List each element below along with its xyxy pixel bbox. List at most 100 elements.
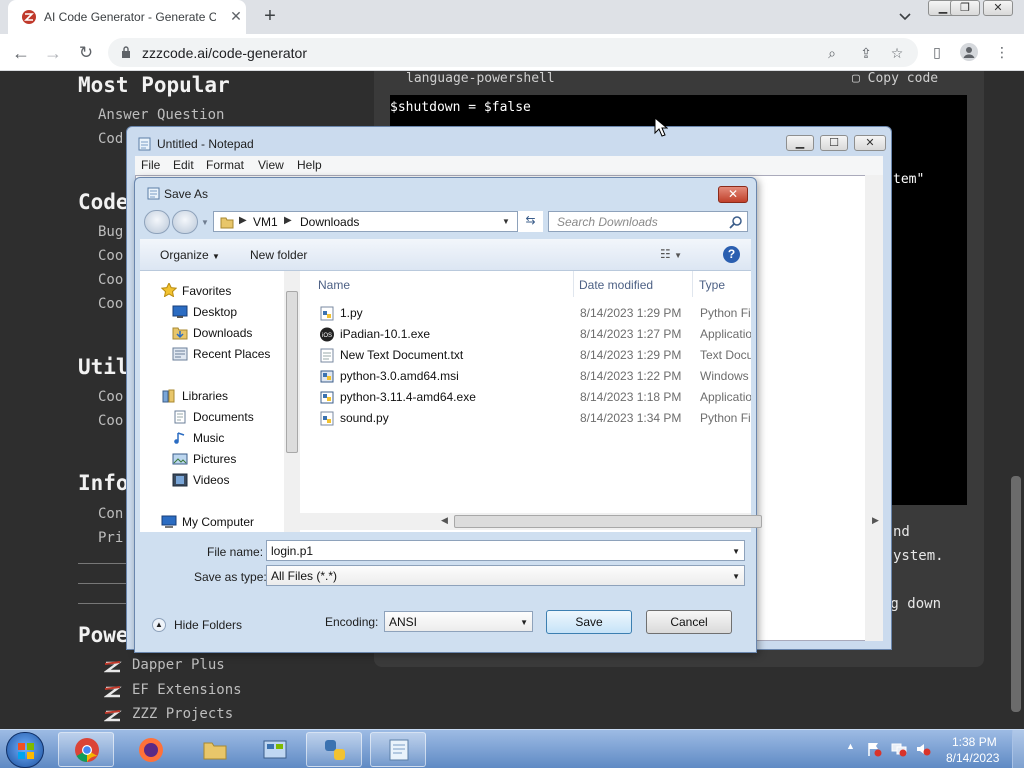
window-close-icon[interactable]: ✕ <box>854 135 886 151</box>
history-chevron-icon[interactable]: ▼ <box>201 218 209 227</box>
address-bar[interactable]: zzzcode.ai/code-generator ⌕ ⇪ ☆ <box>108 38 918 67</box>
file-row[interactable]: python-3.0.amd64.msi 8/14/2023 1:22 PM W… <box>300 366 751 387</box>
breadcrumb[interactable]: ▶ VM1 ▶ Downloads ▼ <box>213 211 543 232</box>
profile-avatar-icon[interactable] <box>960 43 978 61</box>
network-icon[interactable] <box>891 741 907 757</box>
flag-warning-icon[interactable] <box>866 741 882 757</box>
bookmark-star-icon[interactable]: ☆ <box>889 45 905 61</box>
breadcrumb-downloads[interactable]: Downloads <box>300 215 359 229</box>
nav-favorites[interactable]: Favorites <box>182 284 231 298</box>
sidebar-link[interactable]: Answer Question <box>98 107 224 123</box>
sidebar-link[interactable]: Pri <box>98 530 123 546</box>
nav-scrollbar-thumb[interactable] <box>286 291 298 453</box>
save-as-type-select[interactable]: All Files (*.*) ▼ <box>266 565 745 586</box>
column-divider[interactable] <box>692 271 693 297</box>
file-row[interactable]: New Text Document.txt 8/14/2023 1:29 PM … <box>300 345 751 366</box>
search-icon[interactable]: ⌕ <box>824 45 840 61</box>
browser-tab[interactable]: AI Code Generator - Generate Co ✕ <box>8 0 246 34</box>
chevron-down-icon[interactable]: ▼ <box>732 547 740 556</box>
page-scrollbar-thumb[interactable] <box>1011 476 1021 712</box>
clock-date[interactable]: 8/14/2023 <box>946 751 999 765</box>
sidebar-link[interactable]: Coo <box>98 296 123 312</box>
file-row[interactable]: 1.py 8/14/2023 1:29 PM Python Fi <box>300 303 751 324</box>
clock-time[interactable]: 1:38 PM <box>952 735 997 749</box>
notepad-scrollbar[interactable] <box>865 175 883 641</box>
organize-button[interactable]: Organize ▼ <box>160 248 220 262</box>
new-tab-icon[interactable]: + <box>260 6 280 26</box>
share-icon[interactable]: ⇪ <box>858 45 874 61</box>
file-name-field[interactable]: login.p1 ▼ <box>266 540 745 561</box>
taskbar-control-panel[interactable] <box>246 732 302 767</box>
sidebar-link[interactable]: Bug <box>98 224 123 240</box>
sidebar-link[interactable]: Coo <box>98 413 123 429</box>
refresh-icon[interactable]: ⇆ <box>517 211 543 232</box>
taskbar-firefox[interactable] <box>122 732 178 767</box>
forward-icon[interactable] <box>172 210 198 234</box>
help-icon[interactable]: ? <box>723 246 740 263</box>
minimize-icon[interactable]: ▁ <box>786 135 814 151</box>
file-row[interactable]: python-3.11.4-amd64.exe 8/14/2023 1:18 P… <box>300 387 751 408</box>
restore-icon[interactable]: ❐ <box>950 0 980 16</box>
encoding-select[interactable]: ANSI ▼ <box>384 611 533 632</box>
column-header-date-modified[interactable]: Date modified <box>579 278 653 292</box>
nav-documents[interactable]: Documents <box>193 410 254 424</box>
search-input[interactable]: Search Downloads <box>548 211 748 232</box>
nav-recent-places[interactable]: Recent Places <box>193 347 270 361</box>
column-divider[interactable] <box>573 271 574 297</box>
sidebar-link[interactable]: Coo <box>98 389 123 405</box>
dialog-close-icon[interactable]: ✕ <box>718 186 748 203</box>
file-row[interactable]: iOS iPadian-10.1.exe 8/14/2023 1:27 PM A… <box>300 324 751 345</box>
column-header-type[interactable]: Type <box>699 278 725 292</box>
scroll-left-arrow-icon[interactable]: ◀ <box>441 515 448 526</box>
taskbar-explorer[interactable] <box>186 732 242 767</box>
sidepanel-icon[interactable]: ▯ <box>929 44 945 60</box>
file-row[interactable]: sound.py 8/14/2023 1:34 PM Python Fi <box>300 408 751 429</box>
file-list-hscrollbar-thumb[interactable] <box>454 515 762 528</box>
menu-format[interactable]: Format <box>206 158 244 172</box>
powered-link-ef-extensions[interactable]: EF Extensions <box>132 682 242 698</box>
tab-close-icon[interactable]: ✕ <box>228 8 244 24</box>
column-header-name[interactable]: Name <box>318 278 350 292</box>
nav-my-computer[interactable]: My Computer <box>182 515 254 529</box>
chevron-down-icon[interactable] <box>898 10 912 24</box>
menu-edit[interactable]: Edit <box>173 158 194 172</box>
menu-help[interactable]: Help <box>297 158 322 172</box>
change-view-icon[interactable]: ☷ ▼ <box>660 247 698 263</box>
window-close-icon[interactable]: ✕ <box>983 0 1013 16</box>
back-icon[interactable]: ← <box>10 42 32 64</box>
chevron-down-icon[interactable]: ▼ <box>502 217 510 226</box>
menu-kebab-icon[interactable]: ⋮ <box>994 44 1010 60</box>
menu-file[interactable]: File <box>141 158 160 172</box>
taskbar-chrome[interactable] <box>58 732 114 767</box>
powered-link-zzz-projects[interactable]: ZZZ Projects <box>132 706 233 722</box>
menu-view[interactable]: View <box>258 158 284 172</box>
nav-music[interactable]: Music <box>193 431 224 445</box>
sidebar-link[interactable]: Coo <box>98 248 123 264</box>
maximize-icon[interactable]: ☐ <box>820 135 848 151</box>
nav-downloads[interactable]: Downloads <box>193 326 252 340</box>
nav-videos[interactable]: Videos <box>193 473 229 487</box>
reload-icon[interactable]: ↻ <box>75 42 97 64</box>
save-button[interactable]: Save <box>546 610 632 634</box>
tray-expand-icon[interactable]: ▲ <box>846 741 862 757</box>
nav-pictures[interactable]: Pictures <box>193 452 236 466</box>
taskbar-python[interactable] <box>306 732 362 767</box>
copy-code-button[interactable]: ▢ Copy code <box>852 71 938 86</box>
taskbar-notepad[interactable] <box>370 732 426 767</box>
folder-icon <box>203 742 227 760</box>
scroll-right-arrow-icon[interactable]: ▶ <box>872 515 879 526</box>
sidebar-link[interactable]: Con <box>98 506 123 522</box>
cancel-button[interactable]: Cancel <box>646 610 732 634</box>
new-folder-button[interactable]: New folder <box>250 248 307 262</box>
volume-muted-icon[interactable] <box>915 741 931 757</box>
sidebar-link[interactable]: Cod <box>98 131 123 147</box>
sidebar-link[interactable]: Coo <box>98 272 123 288</box>
breadcrumb-vm1[interactable]: VM1 <box>253 215 278 229</box>
back-icon[interactable] <box>144 210 170 234</box>
start-button[interactable] <box>6 732 44 768</box>
show-desktop-button[interactable] <box>1012 730 1024 768</box>
powered-link-dapper-plus[interactable]: Dapper Plus <box>132 657 225 673</box>
nav-desktop[interactable]: Desktop <box>193 305 237 319</box>
nav-libraries[interactable]: Libraries <box>182 389 228 403</box>
forward-icon[interactable]: → <box>42 42 64 64</box>
